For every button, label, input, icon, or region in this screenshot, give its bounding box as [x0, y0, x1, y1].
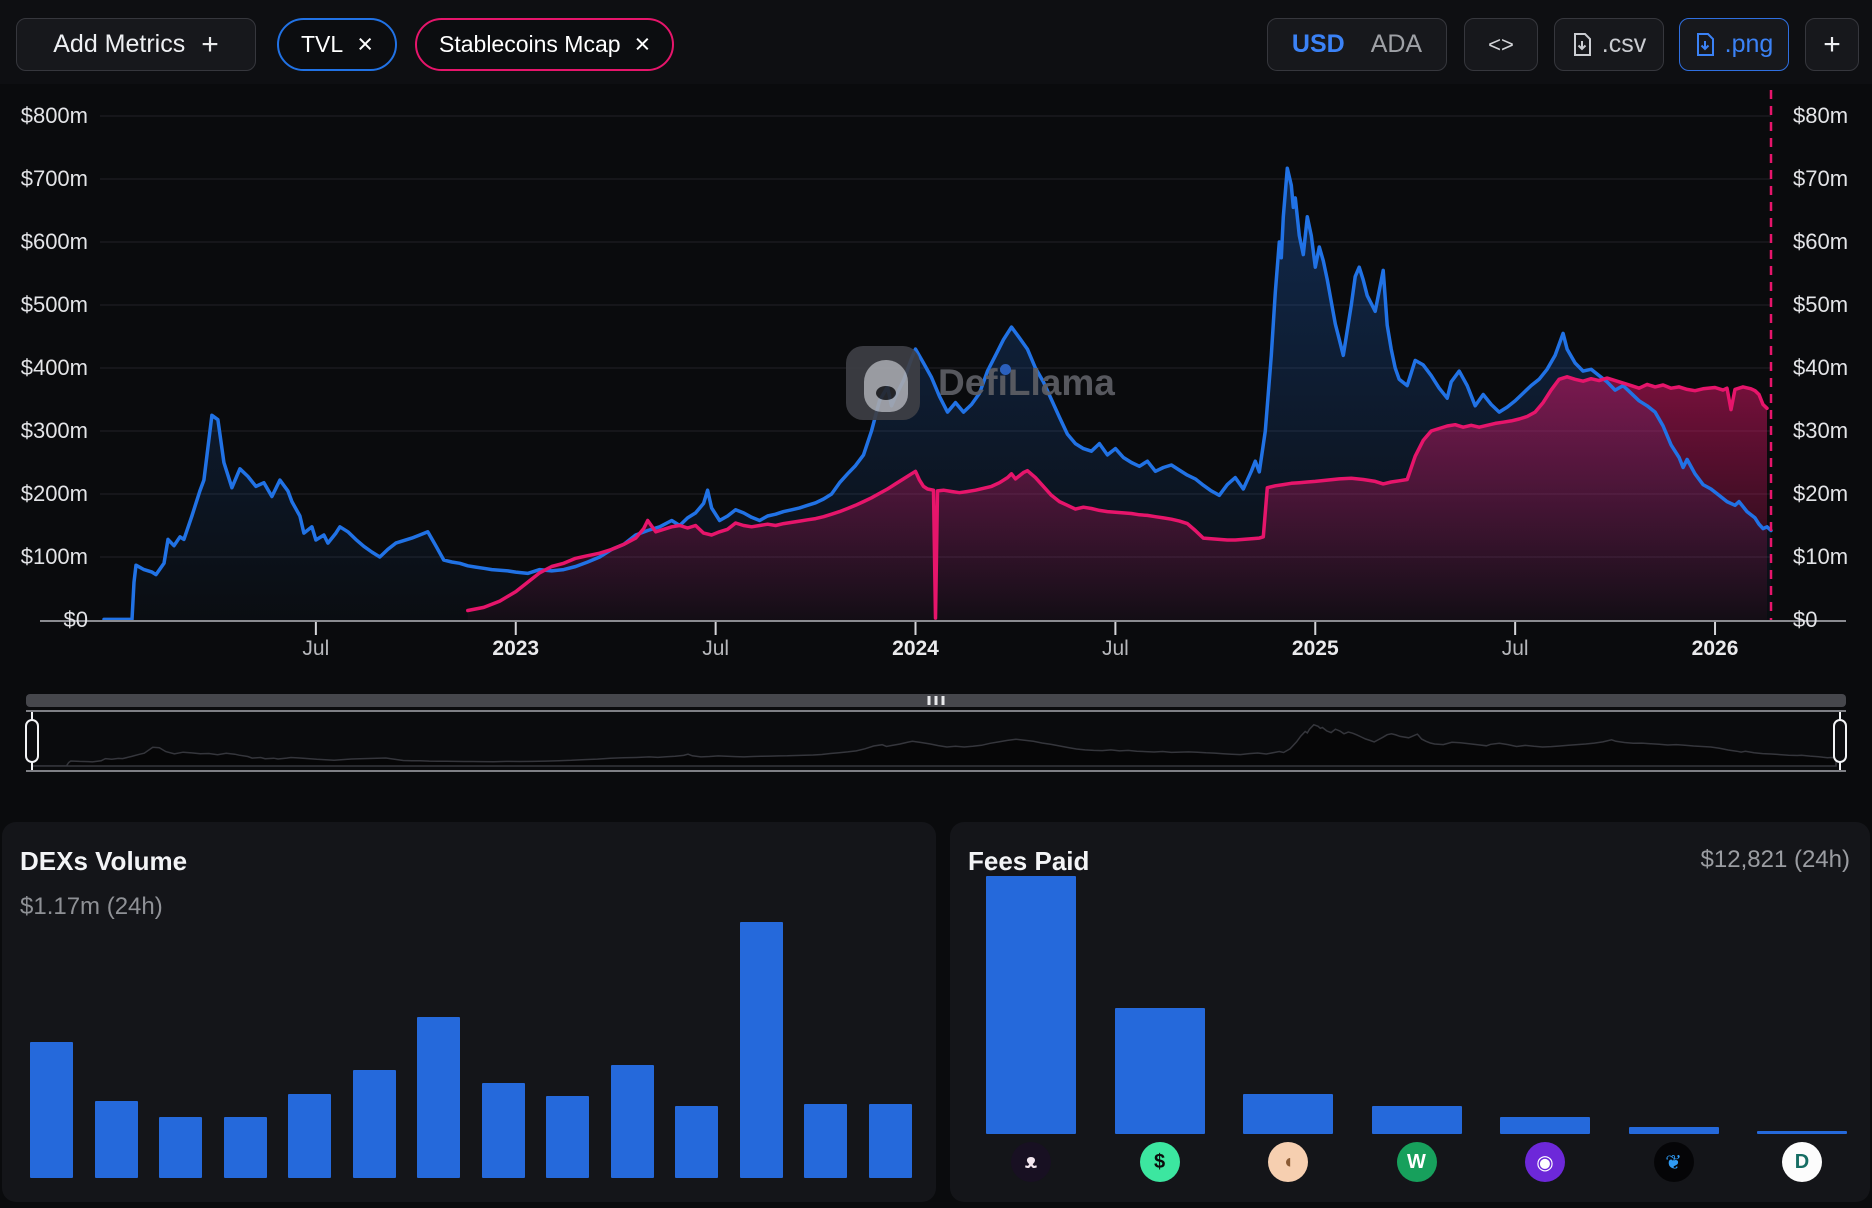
y-axis-left-label: $0: [0, 607, 88, 633]
x-axis-label: 2024: [892, 637, 939, 661]
x-axis-label: Jul: [702, 637, 729, 661]
y-axis-left-label: $700m: [0, 166, 88, 192]
y-axis-right-label: $0: [1793, 607, 1817, 633]
y-axis-right-label: $60m: [1793, 229, 1848, 255]
dexs-volume-bar[interactable]: [482, 1083, 525, 1178]
brush-handle-left[interactable]: [25, 719, 39, 763]
y-axis-left-label: $800m: [0, 103, 88, 129]
dexs-volume-bar[interactable]: [869, 1104, 912, 1178]
dexs-volume-bar[interactable]: [546, 1096, 589, 1178]
dexs-volume-bar[interactable]: [224, 1117, 267, 1178]
dexs-volume-bar[interactable]: [159, 1117, 202, 1178]
time-range-brush[interactable]: [26, 710, 1846, 772]
x-axis-label: Jul: [1102, 637, 1129, 661]
dexs-volume-bar[interactable]: [95, 1101, 138, 1178]
dexs-volume-bar[interactable]: [804, 1104, 847, 1178]
defillama-chart-page: { "toolbar": { "add_metrics_label": "Add…: [0, 0, 1872, 1208]
dexs-volume-bar[interactable]: [675, 1106, 718, 1178]
scrollbar-grip-icon[interactable]: [928, 696, 945, 705]
y-axis-left-label: $200m: [0, 481, 88, 507]
x-axis-label: Jul: [302, 637, 329, 661]
y-axis-right-label: $80m: [1793, 103, 1848, 129]
x-axis-label: Jul: [1502, 637, 1529, 661]
y-axis-left-label: $600m: [0, 229, 88, 255]
dexs-volume-bar-chart: [2, 822, 936, 1190]
x-axis-label: 2026: [1692, 637, 1739, 661]
fees-paid-bar[interactable]: [1500, 1117, 1590, 1134]
eye-icon[interactable]: ◉: [1525, 1142, 1565, 1182]
x-axis-label: 2025: [1292, 637, 1339, 661]
main-chart[interactable]: $0 $100m $200m $300m $400m $500m $600m $700m $80…: [0, 0, 1872, 800]
w-mask-icon[interactable]: W: [1397, 1142, 1437, 1182]
y-axis-left-label: $100m: [0, 544, 88, 570]
fees-paid-bar[interactable]: [1629, 1127, 1719, 1134]
dexs-volume-bar[interactable]: [353, 1070, 396, 1178]
y-axis-right-label: $50m: [1793, 292, 1848, 318]
dexs-volume-bar[interactable]: [740, 922, 783, 1178]
fees-paid-bar[interactable]: [1115, 1008, 1205, 1134]
y-axis-left-label: $400m: [0, 355, 88, 381]
letter-d-icon[interactable]: D: [1782, 1142, 1822, 1182]
y-axis-right-label: $10m: [1793, 544, 1848, 570]
fees-paid-panel: Fees Paid $12,821 (24h) ᴥ$◖W◉❦D: [950, 822, 1870, 1202]
fees-paid-bar[interactable]: [1372, 1106, 1462, 1134]
sundae-icon[interactable]: ◖: [1268, 1142, 1308, 1182]
x-axis-label: 2023: [492, 637, 539, 661]
dexs-volume-bar[interactable]: [30, 1042, 73, 1178]
y-axis-left-label: $300m: [0, 418, 88, 444]
y-axis-left-label: $500m: [0, 292, 88, 318]
fees-paid-bar[interactable]: [1757, 1131, 1847, 1134]
dexs-volume-panel: DEXs Volume $1.17m (24h): [2, 822, 936, 1202]
dollar-bolt-icon[interactable]: $: [1140, 1142, 1180, 1182]
y-axis-right-label: $30m: [1793, 418, 1848, 444]
y-axis-right-label: $20m: [1793, 481, 1848, 507]
y-axis-right-label: $70m: [1793, 166, 1848, 192]
fees-paid-bar[interactable]: [1243, 1094, 1333, 1134]
chart-scrollbar[interactable]: [26, 694, 1846, 707]
tvl-stablecoins-line-chart[interactable]: [0, 0, 1872, 800]
dexs-volume-bar[interactable]: [611, 1065, 654, 1178]
brush-minimap: [26, 712, 1842, 770]
fees-paid-bar[interactable]: [986, 876, 1076, 1134]
dexs-volume-bar[interactable]: [288, 1094, 331, 1178]
fees-paid-bar-chart: ᴥ $ ◖ W ◉ ❦ D: [950, 822, 1870, 1190]
cat-icon[interactable]: ᴥ: [1011, 1142, 1051, 1182]
dexs-volume-bar[interactable]: [417, 1017, 460, 1178]
brush-handle-right[interactable]: [1833, 719, 1847, 763]
y-axis-right-label: $40m: [1793, 355, 1848, 381]
butterfly-icon[interactable]: ❦: [1654, 1142, 1694, 1182]
